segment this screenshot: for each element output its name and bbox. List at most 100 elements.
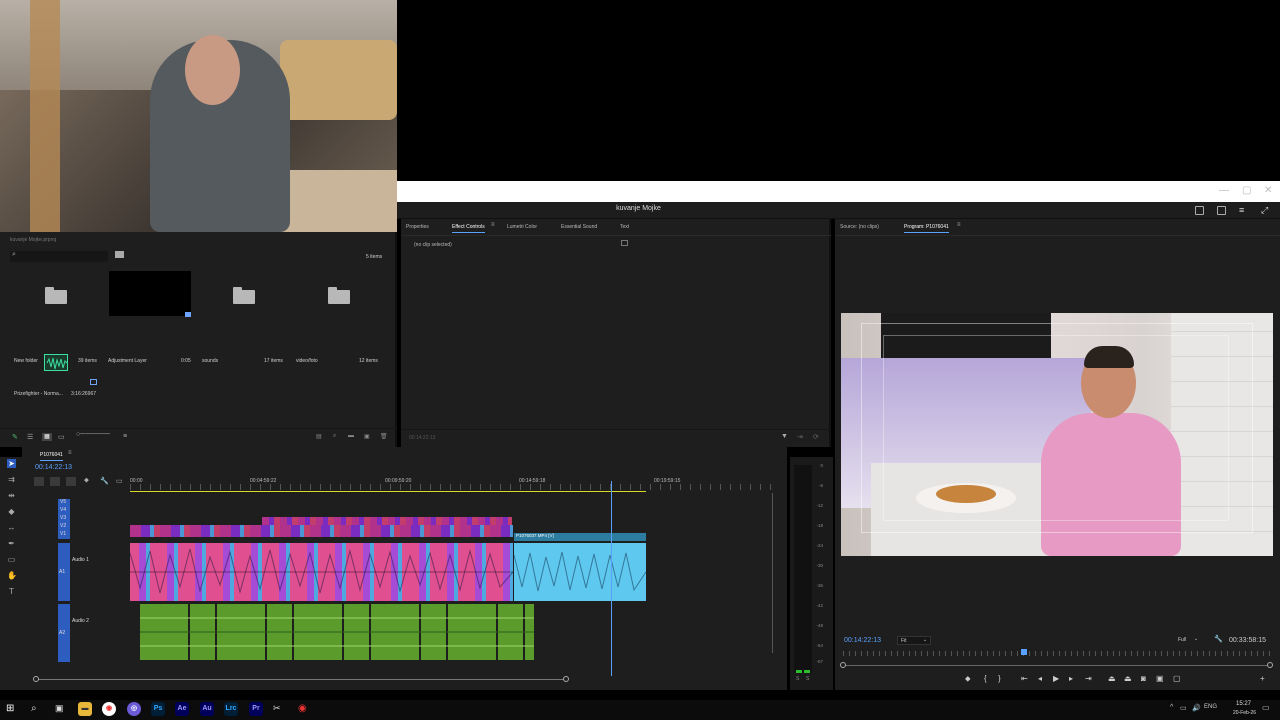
add-marker-icon[interactable]: ⬥ [84,477,89,485]
slip-tool-icon[interactable]: ↔ [7,523,16,532]
fullscreen-icon[interactable]: ⤢ [1261,205,1268,216]
project-item[interactable]: Prizefighter - Norma... 3:16:26967 [10,350,105,400]
track-v5[interactable]: V5 [60,499,66,505]
share-icon[interactable] [1217,206,1226,215]
tray-chevron-icon[interactable]: ^ [1170,704,1173,711]
scroll-handle-left[interactable] [840,662,846,668]
filter-icon[interactable]: ▼ [781,433,788,440]
captions-icon[interactable]: ▭ [116,477,123,485]
scroll-handle-right[interactable] [1267,662,1273,668]
automate-icon[interactable]: ▤ [316,433,322,440]
clock-date[interactable]: 20-Feb-26 [1233,710,1256,716]
volume-icon[interactable]: 🔊 [1192,704,1201,712]
loop-icon[interactable]: ⟳ [813,433,819,441]
track-a1[interactable]: A1 [59,569,65,575]
file-explorer-icon[interactable]: ▬ [78,702,92,716]
razor-tool-icon[interactable]: ◆ [7,507,16,516]
export-frame-icon[interactable]: ◙ [1141,674,1146,683]
search-input[interactable]: ⌕ [10,251,108,262]
track-v2[interactable]: V2 [60,523,66,529]
recorder-icon[interactable]: ◉ [298,703,307,714]
new-item-icon[interactable]: ▣ [364,433,370,440]
tab-essential-sound[interactable]: Essential Sound [561,224,597,230]
tab-properties[interactable]: Properties [406,224,429,230]
rectangle-tool-icon[interactable]: ▭ [7,555,16,564]
zoom-slider[interactable]: ○────── [76,431,110,438]
quality-select[interactable]: Full ⌄ [1175,636,1203,645]
tab-source[interactable]: Source: (no clips) [840,224,879,230]
list-view-icon[interactable]: ☰ [27,433,33,441]
tab-menu-icon[interactable]: ≡ [68,450,72,456]
sort-icon[interactable]: ≡ [123,433,127,440]
program-playhead[interactable] [1020,649,1027,655]
new-bin-icon[interactable] [115,251,124,258]
track-v1[interactable]: V1 [60,531,66,537]
extract-icon[interactable]: ⏏ [1124,674,1132,683]
timeline-playhead[interactable] [611,481,612,676]
export-icon[interactable]: ⇥ [797,433,803,441]
minimize-button[interactable]: — [1219,185,1229,196]
timeline-timecode[interactable]: 00:14:22:13 [35,464,72,471]
go-to-in-icon[interactable]: ⇤ [1021,674,1028,683]
scroll-handle-left[interactable] [33,676,39,682]
network-icon[interactable]: ▭ [1180,704,1187,712]
solo-left-button[interactable]: S [796,676,799,682]
fit-select[interactable]: Fit ⌄ [897,636,931,645]
hand-tool-icon[interactable]: ✋ [7,571,17,580]
project-item[interactable]: sounds 17 items [200,267,295,367]
premiere-pro-icon[interactable]: Pr [249,702,263,716]
program-timecode[interactable]: 00:14:22:13 [844,637,881,644]
pencil-icon[interactable]: ✎ [12,433,18,441]
tab-lumetri-color[interactable]: Lumetri Color [507,224,537,230]
track-v3[interactable]: V3 [60,515,66,521]
windows-start-icon[interactable]: ⊞ [6,703,14,714]
comparison-view-icon[interactable]: ▣ [1156,674,1164,683]
chrome-icon[interactable]: ◉ [102,702,116,716]
project-item[interactable]: Adjustment Layer 0:05 [105,267,200,367]
icon-view-icon[interactable]: ▦ [42,433,52,441]
lightroom-classic-icon[interactable]: Lrc [224,702,238,716]
notifications-icon[interactable]: ▭ [1262,703,1270,712]
project-item[interactable]: video/foto 12 items [295,267,390,367]
lift-icon[interactable]: ⏏ [1108,674,1116,683]
wrench-icon[interactable]: 🔧 [1214,635,1223,643]
add-marker-icon[interactable]: ⬥ [965,674,971,684]
pen-tool-icon[interactable]: ✒ [7,539,16,548]
audition-icon[interactable]: Au [200,702,214,716]
video-clip-p1076037[interactable]: P1076037.MP4 [V] [514,533,646,541]
audio-clip-p1076037[interactable] [514,543,646,601]
menu-icon[interactable]: ≡ [1239,205,1244,215]
scroll-handle-right[interactable] [563,676,569,682]
selection-tool-icon[interactable]: ➤ [7,459,16,468]
monitor-ruler[interactable] [843,651,1273,656]
button-editor-icon[interactable]: + [1260,674,1265,683]
linked-selection-icon[interactable] [66,477,76,486]
step-back-icon[interactable]: ◂ [1038,674,1042,683]
ripple-edit-tool-icon[interactable]: ⇹ [7,491,16,500]
video-clip-stack[interactable] [262,517,512,525]
settings-wrench-icon[interactable]: 🔧 [100,477,109,485]
task-view-icon[interactable]: ▣ [55,703,64,714]
tab-menu-icon[interactable]: ≡ [491,222,495,228]
clock-time[interactable]: 15:27 [1236,701,1251,707]
mark-in-icon[interactable]: { [984,674,987,683]
language-indicator[interactable]: ENG [1204,704,1217,710]
insert-nest-icon[interactable] [34,477,44,486]
play-icon[interactable]: ▶ [1053,674,1059,683]
maximize-button[interactable]: ▢ [1242,185,1251,196]
snap-icon[interactable] [50,477,60,486]
vertical-scrollbar[interactable] [772,493,773,653]
quick-export-icon[interactable] [1195,206,1204,215]
close-button[interactable]: ✕ [1264,185,1272,196]
snipping-tool-icon[interactable]: ✂ [273,703,281,714]
proxy-icon[interactable]: ▢ [1173,674,1181,683]
photoshop-icon[interactable]: Ps [151,702,165,716]
tab-effect-controls[interactable]: Effect Controls [452,224,485,233]
work-area-bar[interactable] [130,491,646,492]
time-ruler[interactable] [130,484,780,490]
after-effects-icon[interactable]: Ae [175,702,189,716]
type-tool-icon[interactable]: T [7,587,16,596]
mark-out-icon[interactable]: } [998,674,1001,683]
new-bin-icon[interactable]: ▬ [348,433,354,439]
timeline-scrollbar[interactable] [36,679,567,680]
